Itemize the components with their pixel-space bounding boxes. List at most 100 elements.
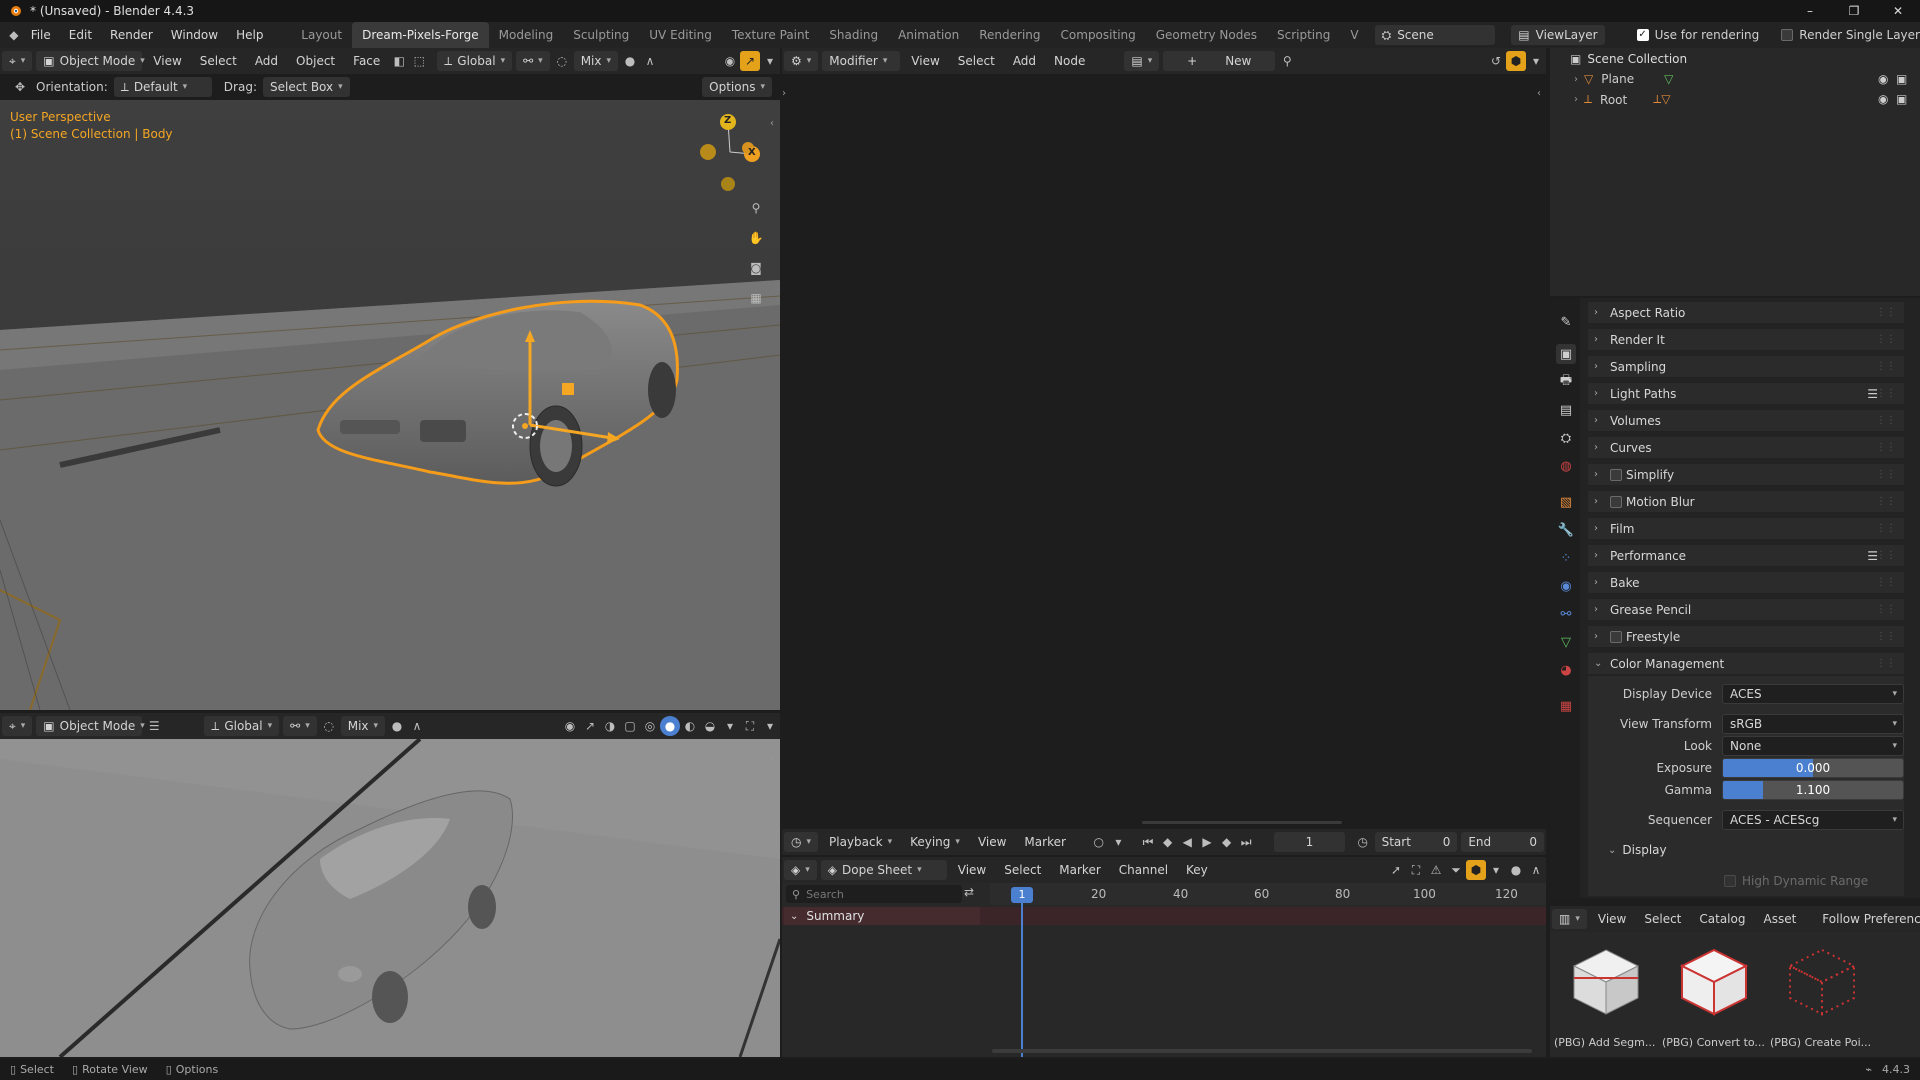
summary-channel[interactable]: ⌄ Summary xyxy=(784,907,980,925)
ds-falloff-icon[interactable]: ∧ xyxy=(1526,860,1546,880)
node-menu-node[interactable]: Node xyxy=(1047,51,1092,71)
vp1-menu-face[interactable]: Face xyxy=(346,51,387,71)
panel-curves[interactable]: › Curves ⋮⋮ xyxy=(1588,437,1904,459)
ds-snap-icon[interactable]: ⬢ xyxy=(1466,860,1486,880)
falloff-icon[interactable]: ∧ xyxy=(640,51,660,71)
tab-more[interactable]: V xyxy=(1340,22,1368,48)
drag-grip-icon[interactable]: ⋮⋮ xyxy=(1876,496,1896,507)
asset-tile[interactable]: (PBG) Create Poi... xyxy=(1770,940,1874,1055)
dopesheet-area[interactable]: ⚲ Search ⇄ 1 20 40 60 80 100 120 ⌄ Summa… xyxy=(782,883,1546,1057)
end-frame-field[interactable]: End 0 xyxy=(1461,832,1545,852)
render-single-layer-toggle[interactable]: Render Single Layer xyxy=(1781,28,1920,42)
node-snap-icon[interactable]: ⬢ xyxy=(1506,51,1526,71)
tab-layout[interactable]: Layout xyxy=(291,22,352,48)
vp1-menu-view[interactable]: View xyxy=(146,51,188,71)
options-dropdown[interactable]: Options ▾ xyxy=(702,77,772,97)
vp2-visibility-eye-icon[interactable]: ◉ xyxy=(560,716,580,736)
asset-tile[interactable]: (PBG) Add Segm... xyxy=(1554,940,1658,1055)
tool-tab-icon[interactable]: ✎ xyxy=(1556,312,1576,332)
timeline-menu-keying[interactable]: Keying ▾ xyxy=(903,832,967,852)
select-mode-dropdown-icon[interactable]: ⬚ xyxy=(409,51,429,71)
mode-dropdown[interactable]: ▣ Object Mode ▾ xyxy=(36,51,145,71)
dopesheet-search-input[interactable]: ⚲ Search xyxy=(786,885,962,903)
texture-tab-icon[interactable]: ▦ xyxy=(1556,696,1576,716)
physics-tab-icon[interactable]: ◉ xyxy=(1556,576,1576,596)
node-editor-type-button[interactable]: ⚙ ▾ xyxy=(784,51,819,71)
node-tree-type-dropdown[interactable]: Modifier ▾ xyxy=(822,51,901,71)
vp2-view-dropdown-icon[interactable]: ▾ xyxy=(760,716,780,736)
simplify-checkbox[interactable] xyxy=(1610,468,1622,481)
keying-set-dropdown-icon[interactable]: ▾ xyxy=(1109,832,1129,852)
panel-freestyle[interactable]: › Freestyle ⋮⋮ xyxy=(1588,626,1904,648)
ds-menu-key[interactable]: Key xyxy=(1179,860,1215,880)
jump-keyframe-forward-icon[interactable]: ◆ xyxy=(1217,832,1237,852)
visibility-eye-icon[interactable]: ◉ xyxy=(720,51,740,71)
new-node-group-button[interactable]: + New xyxy=(1163,51,1276,71)
timeline-menu-marker[interactable]: Marker xyxy=(1017,832,1072,852)
menu-file[interactable]: File xyxy=(22,22,60,48)
vp2-editor-type-button[interactable]: ⌖ ▾ xyxy=(2,716,33,736)
pivot-dropdown[interactable]: Mix ▾ xyxy=(573,51,619,71)
plane-render-camera-icon[interactable]: ▣ xyxy=(1896,72,1907,86)
panel-render-it[interactable]: › Render It ⋮⋮ xyxy=(1588,329,1904,351)
vp1-menu-add[interactable]: Add xyxy=(248,51,285,71)
drag-grip-icon[interactable]: ⋮⋮ xyxy=(1876,658,1896,669)
vp2-sidebar-toggle-icon[interactable]: ‹ xyxy=(770,753,774,764)
node-group-browse-button[interactable]: ▤ ▾ xyxy=(1124,51,1160,71)
world-tab-icon[interactable]: ◍ xyxy=(1556,456,1576,476)
current-frame-field[interactable]: 1 xyxy=(1274,832,1345,852)
vp2-snap-dropdown[interactable]: ⚯ ▾ xyxy=(283,716,317,736)
timeline-menu-playback[interactable]: Playback ▾ xyxy=(822,832,899,852)
view-layer-tab-icon[interactable]: ▤ xyxy=(1556,400,1576,420)
object-tab-icon[interactable]: ▧ xyxy=(1556,492,1576,512)
maximize-button[interactable]: ❐ xyxy=(1832,0,1876,22)
node-menu-add[interactable]: Add xyxy=(1006,51,1043,71)
transform-orientation-dropdown[interactable]: ⟂ Global ▾ xyxy=(437,51,513,71)
vp2-pivot-dropdown[interactable]: Mix ▾ xyxy=(340,716,386,736)
asset-menu-view[interactable]: View xyxy=(1591,909,1633,929)
zoom-icon[interactable]: ⚲ xyxy=(746,198,766,218)
gizmo-dropdown-icon[interactable]: ▾ xyxy=(760,51,780,71)
vp1-menu-object[interactable]: Object xyxy=(289,51,342,71)
panel-volumes[interactable]: › Volumes ⋮⋮ xyxy=(1588,410,1904,432)
drag-grip-icon[interactable]: ⋮⋮ xyxy=(1876,307,1896,318)
filter-icon[interactable]: ⏷ xyxy=(1446,860,1466,880)
tab-geometry-nodes[interactable]: Geometry Nodes xyxy=(1146,22,1267,48)
asset-menu-select[interactable]: Select xyxy=(1637,909,1688,929)
close-button[interactable]: ✕ xyxy=(1876,0,1920,22)
editor-type-button[interactable]: ⌖ ▾ xyxy=(2,51,33,71)
panel-light-paths[interactable]: › Light Paths ☰ ⋮⋮ xyxy=(1588,383,1904,405)
drag-grip-icon[interactable]: ⋮⋮ xyxy=(1876,388,1896,399)
viewport2[interactable]: ‹ xyxy=(0,739,780,1057)
jump-keyframe-back-icon[interactable]: ◆ xyxy=(1158,832,1178,852)
jump-start-icon[interactable]: ⏮ xyxy=(1138,832,1158,852)
perspective-grid-icon[interactable]: ▦ xyxy=(746,288,766,308)
node-scrollbar[interactable] xyxy=(1142,821,1342,824)
display-device-dropdown[interactable]: ACES ▾ xyxy=(1722,684,1904,704)
menu-render[interactable]: Render xyxy=(101,22,162,48)
play-reverse-icon[interactable]: ◀ xyxy=(1177,832,1197,852)
move-tool-icon[interactable]: ✥ xyxy=(10,77,30,97)
plane-visibility-eye-icon[interactable]: ◉ xyxy=(1878,72,1888,86)
snap-dropdown[interactable]: ⚯ ▾ xyxy=(516,51,550,71)
asset-menu-asset[interactable]: Asset xyxy=(1756,909,1803,929)
outliner-item-plane[interactable]: › ▽ Plane ▽ xyxy=(1574,72,1673,86)
ds-menu-view[interactable]: View xyxy=(951,860,993,880)
vp2-overlay-icon[interactable]: ◑ xyxy=(600,716,620,736)
freestyle-checkbox[interactable] xyxy=(1610,630,1622,643)
start-frame-field[interactable]: Start 0 xyxy=(1374,832,1458,852)
dopesheet-editor-type-button[interactable]: ◈ ▾ xyxy=(784,860,817,880)
asset-tile[interactable]: (PBG) Convert to... xyxy=(1662,940,1766,1055)
orientation-dropdown[interactable]: ⟂ Default ▾ xyxy=(113,77,212,97)
node-snap-dropdown-icon[interactable]: ▾ xyxy=(1526,51,1546,71)
drag-grip-icon[interactable]: ⋮⋮ xyxy=(1876,469,1896,480)
render-tab-icon[interactable]: ▣ xyxy=(1556,344,1576,364)
constraints-tab-icon[interactable]: ⚯ xyxy=(1556,604,1576,624)
data-tab-icon[interactable]: ▽ xyxy=(1556,632,1576,652)
scene-tab-icon[interactable]: ⛭ xyxy=(1556,428,1576,448)
drag-grip-icon[interactable]: ⋮⋮ xyxy=(1876,442,1896,453)
node-toolbar-toggle-icon[interactable]: › xyxy=(782,88,786,99)
select-mode-icon[interactable]: ◧ xyxy=(389,51,409,71)
root-render-camera-icon[interactable]: ▣ xyxy=(1896,92,1907,106)
drag-grip-icon[interactable]: ⋮⋮ xyxy=(1876,334,1896,345)
